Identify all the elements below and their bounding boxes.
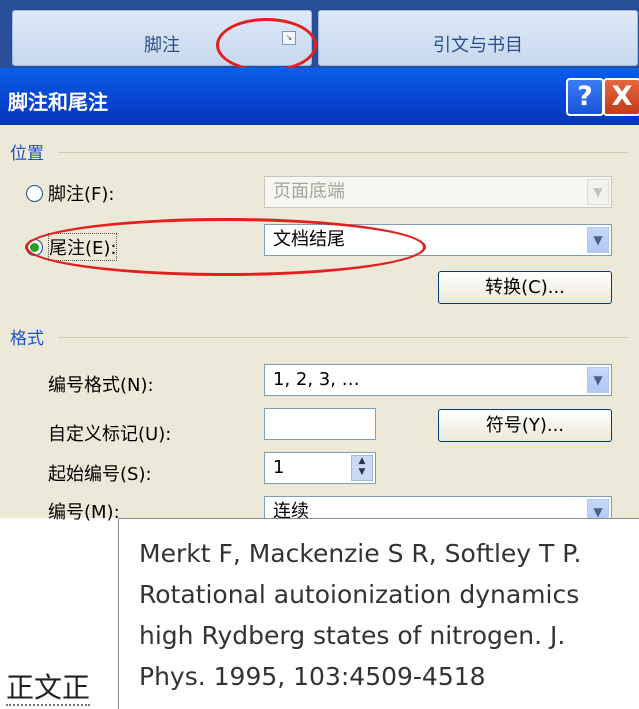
start-at-spinner[interactable]: 1 ▲ ▼ — [264, 452, 376, 484]
location-heading: 位置 — [10, 144, 44, 164]
body-text-content: 正文正 — [6, 671, 91, 706]
footnote-position-value: 页面底端 — [273, 181, 345, 202]
footnote-radio[interactable] — [26, 184, 43, 202]
launcher-highlight-oval — [216, 18, 317, 72]
dialog-titlebar: 脚注和尾注 ? X — [0, 68, 639, 125]
tooltip-line: Rotational autoionization dynamics — [139, 580, 580, 609]
number-format-select[interactable]: 1, 2, 3, … ▼ — [264, 364, 612, 396]
footnote-position-select[interactable]: 页面底端 ▼ — [264, 176, 612, 208]
citation-group-label: 引文与书目 — [433, 35, 523, 56]
chevron-down-icon[interactable]: ▼ — [587, 227, 609, 253]
custom-mark-label: 自定义标记(U): — [48, 424, 172, 445]
spinner-arrows-icon[interactable]: ▲ ▼ — [351, 455, 373, 481]
document-body-text: 正文正 — [6, 666, 91, 706]
ribbon: 脚注 ↘ 引文与书目 — [0, 0, 639, 68]
endnote-highlight-oval — [25, 218, 426, 276]
number-format-value: 1, 2, 3, … — [273, 369, 360, 390]
citation-group: 引文与书目 — [318, 10, 638, 66]
format-divider — [58, 337, 629, 338]
numbering-label: 编号(M): — [48, 502, 120, 523]
tooltip-line: high Rydberg states of nitrogen. J. — [139, 621, 566, 650]
location-divider — [58, 152, 629, 153]
start-at-label: 起始编号(S): — [48, 464, 152, 485]
endnote-tooltip: Merkt F, Mackenzie S R, Softley T P. Rot… — [118, 518, 639, 709]
footnote-radio-row[interactable]: 脚注(F): — [26, 180, 114, 206]
chevron-down-icon[interactable]: ▼ — [587, 367, 609, 393]
number-format-label: 编号格式(N): — [48, 375, 154, 396]
help-button[interactable]: ? — [566, 78, 604, 116]
tooltip-line: Phys. 1995, 103:4509-4518 — [139, 662, 486, 691]
chevron-down-icon[interactable]: ▼ — [587, 179, 609, 205]
close-button[interactable]: X — [603, 78, 639, 116]
symbol-button[interactable]: 符号(Y)... — [438, 409, 612, 442]
footnote-endnote-dialog: 脚注和尾注 ? X 位置 脚注(F): 页面底端 ▼ 尾注(E): 文档结尾 ▼… — [0, 68, 639, 528]
dialog-title: 脚注和尾注 — [8, 90, 108, 114]
format-heading: 格式 — [10, 329, 44, 349]
start-at-value: 1 — [273, 457, 285, 478]
footnote-radio-label: 脚注(F): — [48, 184, 115, 205]
tooltip-line: Merkt F, Mackenzie S R, Softley T P. — [139, 539, 582, 568]
custom-mark-input[interactable] — [264, 408, 376, 440]
convert-button[interactable]: 转换(C)... — [438, 271, 612, 304]
